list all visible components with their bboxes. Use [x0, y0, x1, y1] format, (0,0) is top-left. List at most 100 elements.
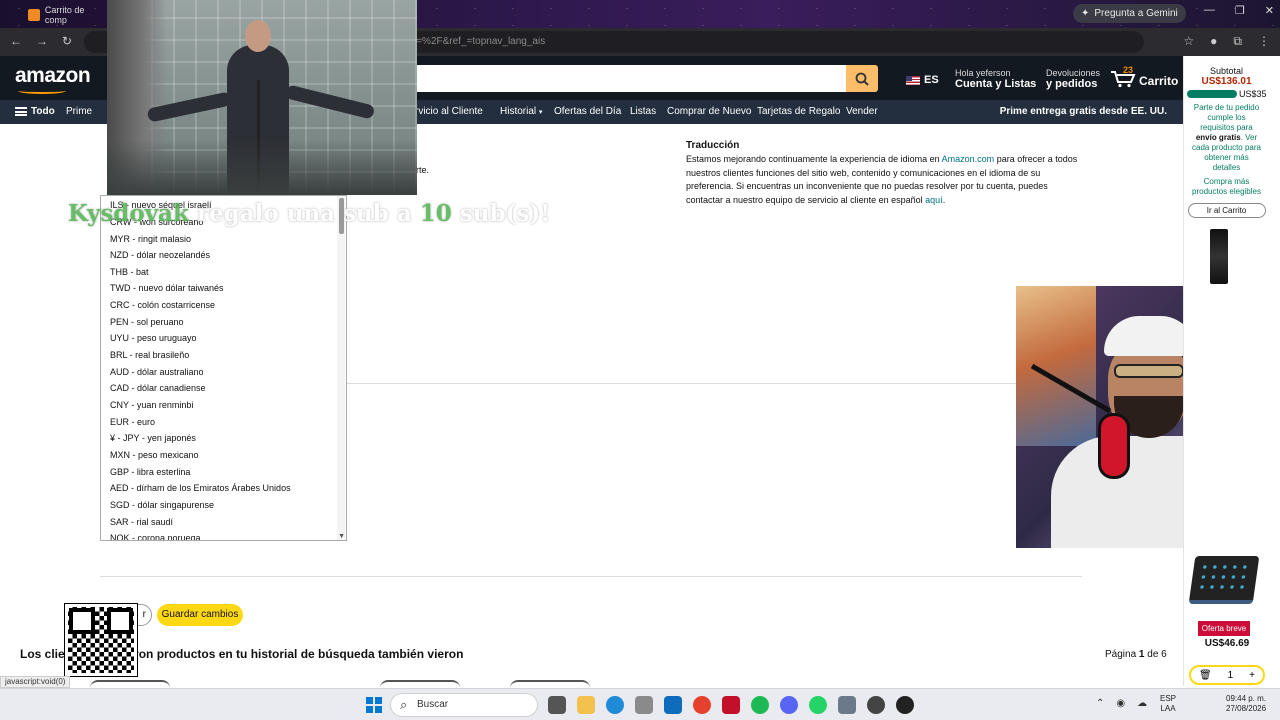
- amazon-link[interactable]: Amazon.com: [942, 154, 995, 164]
- currency-option[interactable]: ¥ - JPY - yen japonés: [110, 433, 196, 443]
- discord-icon[interactable]: [780, 696, 798, 714]
- nav-item-listas[interactable]: Listas: [630, 106, 656, 117]
- currency-option[interactable]: THB - bat: [110, 267, 149, 277]
- dropdown-scrollbar[interactable]: [337, 196, 345, 540]
- amazon-logo[interactable]: amazon: [15, 64, 91, 88]
- reload-icon[interactable]: ↻: [62, 34, 72, 48]
- currency-option[interactable]: TWD - nuevo dólar taiwanés: [110, 283, 224, 293]
- toolbar-right-icons: ☆ ● ⧉ ⋮: [1183, 34, 1270, 49]
- page-suffix: de 6: [1144, 649, 1167, 660]
- search-button[interactable]: [846, 65, 878, 92]
- currency-option[interactable]: AUD - dólar australiano: [110, 367, 204, 377]
- nav-item-ofertas[interactable]: Ofertas del Día: [554, 106, 621, 117]
- product-image[interactable]: [380, 680, 460, 688]
- whatsapp-icon[interactable]: [809, 696, 827, 714]
- lang-bottom: LAA: [1160, 704, 1176, 713]
- currency-option[interactable]: PEN - sol peruano: [110, 317, 184, 327]
- bookmark-star-icon[interactable]: ☆: [1183, 34, 1194, 49]
- windows-start-icon[interactable]: [366, 697, 382, 713]
- extension-icon[interactable]: ●: [1210, 34, 1217, 49]
- gemini-button[interactable]: ✦ Pregunta a Gemini: [1073, 4, 1186, 23]
- currency-option[interactable]: CAD - dólar canadiense: [110, 383, 206, 393]
- file-explorer-icon[interactable]: [577, 696, 595, 714]
- crowd-shadow: [107, 140, 417, 195]
- windows-taskbar: Buscar ⌃ ◉ ☁ ESP LAA 09:44 p. m. 27/08/2…: [0, 688, 1280, 720]
- taskbar-search[interactable]: Buscar: [390, 693, 538, 717]
- settings-icon[interactable]: [838, 696, 856, 714]
- currency-option[interactable]: NOK - corona noruega: [110, 533, 201, 540]
- translation-section: Traducción Estamos mejorando continuamen…: [686, 139, 1086, 207]
- forward-icon[interactable]: →: [36, 34, 48, 48]
- currency-dropdown-list[interactable]: ILS - nuevo séquel israelí CRW - won sur…: [100, 195, 347, 541]
- amazon-favicon-icon: [28, 9, 40, 21]
- contact-link[interactable]: aquí: [925, 195, 943, 205]
- currency-option[interactable]: BRL - real brasileño: [110, 350, 189, 360]
- minimize-icon[interactable]: —: [1204, 4, 1215, 17]
- alert-count: 10: [419, 200, 452, 227]
- store-icon[interactable]: [635, 696, 653, 714]
- page-indicator: Página 1 de 6: [1105, 649, 1167, 660]
- spotify-icon[interactable]: [751, 696, 769, 714]
- orders-link[interactable]: Devoluciones y pedidos: [1046, 68, 1100, 90]
- chrome-icon[interactable]: [693, 696, 711, 714]
- nav-item-historial[interactable]: Historial ▾: [500, 106, 542, 117]
- currency-option[interactable]: SAR - rial saudí: [110, 517, 173, 527]
- quantity-stepper[interactable]: 🗑 1 +: [1189, 665, 1265, 685]
- obs-icon[interactable]: [896, 696, 914, 714]
- nav-item-prime[interactable]: Prime: [66, 106, 92, 117]
- buy-more-link[interactable]: Compra más productos elegibles: [1190, 177, 1263, 197]
- language-selector[interactable]: ES: [906, 74, 939, 86]
- cart-link[interactable]: 23 Carrito: [1110, 65, 1179, 88]
- browser-tab[interactable]: Carrito de comp: [28, 4, 108, 26]
- extensions-puzzle-icon[interactable]: ⧉: [1233, 34, 1242, 49]
- close-icon[interactable]: ✕: [1265, 4, 1274, 17]
- currency-option[interactable]: CRC - colón costarricense: [110, 300, 215, 310]
- restore-icon[interactable]: ❐: [1235, 4, 1245, 17]
- nav-item-tarjetas-regalo[interactable]: Tarjetas de Regalo: [757, 106, 840, 117]
- currency-option[interactable]: NZD - dólar neozelandés: [110, 250, 210, 260]
- currency-option[interactable]: EUR - euro: [110, 417, 155, 427]
- currency-option[interactable]: AED - dírham de los Emiratos Árabes Unid…: [110, 483, 291, 493]
- currency-option[interactable]: CNY - yuan renminbi: [110, 400, 193, 410]
- all-menu-button[interactable]: Todo: [15, 106, 55, 117]
- product-image[interactable]: [510, 680, 590, 688]
- app-icon[interactable]: [867, 696, 885, 714]
- alert-text: regalo una sub a: [188, 200, 420, 227]
- qr-code: [64, 603, 138, 677]
- task-view-icon[interactable]: [548, 696, 566, 714]
- currency-option[interactable]: MYR - ringit malasio: [110, 234, 191, 244]
- account-menu[interactable]: Hola yeferson Cuenta y Listas: [955, 68, 1036, 90]
- nav-item-servicio-cliente[interactable]: rvicio al Cliente: [415, 106, 483, 117]
- nav-item-comprar-nuevo[interactable]: Comprar de Nuevo: [667, 106, 751, 117]
- product-thumbnail[interactable]: [1210, 229, 1228, 284]
- search-input[interactable]: [414, 65, 846, 92]
- tray-app-icon[interactable]: ◉: [1116, 698, 1125, 709]
- currency-option[interactable]: GBP - libra esterlina: [110, 467, 190, 477]
- product-image[interactable]: [90, 680, 170, 688]
- netflix-icon[interactable]: [722, 696, 740, 714]
- trash-icon[interactable]: 🗑: [1199, 670, 1212, 681]
- anime-poster: [1016, 286, 1096, 446]
- input-language[interactable]: ESP LAA: [1160, 694, 1176, 714]
- prime-promo[interactable]: Prime entrega gratis desde EE. UU.: [1000, 106, 1167, 117]
- nav-item-vender[interactable]: Vender: [846, 106, 878, 117]
- onedrive-icon[interactable]: ☁: [1137, 698, 1147, 709]
- cart-label: Carrito: [1139, 74, 1179, 88]
- back-icon[interactable]: ←: [10, 34, 22, 48]
- product-images-row: [90, 680, 1090, 688]
- plus-icon[interactable]: +: [1249, 670, 1255, 681]
- stream-deck-thumbnail[interactable]: [1188, 556, 1260, 604]
- go-to-cart-button[interactable]: Ir al Carrito: [1187, 203, 1266, 218]
- subtotal-label: Subtotal: [1209, 66, 1244, 76]
- taskbar-clock[interactable]: 09:44 p. m. 27/08/2026: [1226, 694, 1266, 714]
- currency-option[interactable]: UYU - peso uruguayo: [110, 333, 197, 343]
- save-changes-button[interactable]: Guardar cambios: [157, 604, 243, 626]
- outlook-icon[interactable]: [664, 696, 682, 714]
- edge-icon[interactable]: [606, 696, 624, 714]
- shipping-msg-1: Parte de tu pedido cumple los requisitos…: [1193, 103, 1260, 132]
- scroll-down-arrow-icon[interactable]: ▼: [338, 533, 345, 540]
- tray-expand-icon[interactable]: ⌃: [1096, 698, 1104, 709]
- currency-option[interactable]: MXN - peso mexicano: [110, 450, 199, 460]
- currency-option[interactable]: SGD - dólar singapurense: [110, 500, 214, 510]
- menu-dots-icon[interactable]: ⋮: [1258, 34, 1270, 49]
